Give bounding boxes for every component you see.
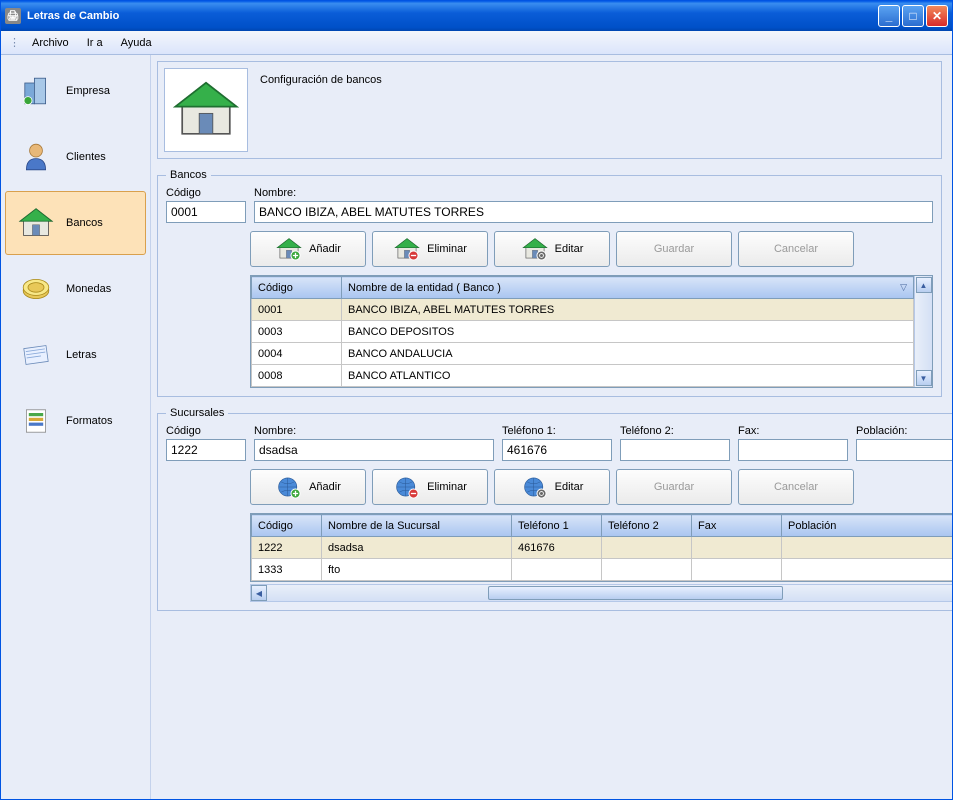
- suc-poblacion-label: Población:: [856, 425, 952, 437]
- sidebar-item-clientes[interactable]: Clientes: [5, 125, 146, 189]
- sidebar-item-label: Letras: [66, 349, 137, 361]
- sidebar-item-empresa[interactable]: Empresa: [5, 59, 146, 123]
- suc-nombre-input[interactable]: [254, 439, 494, 461]
- suc-tel2-label: Teléfono 2:: [620, 425, 730, 437]
- col-fax[interactable]: Fax: [692, 515, 782, 537]
- table-row[interactable]: 1222dsadsa461676: [252, 537, 953, 559]
- sidebar-item-label: Formatos: [66, 415, 137, 427]
- bancos-scrollbar[interactable]: ▲ ▼: [914, 276, 932, 387]
- menu-ayuda[interactable]: Ayuda: [113, 35, 160, 51]
- edit-icon: [521, 474, 549, 500]
- suc-nombre-label: Nombre:: [254, 425, 494, 437]
- banco-eliminar-button[interactable]: Eliminar: [372, 231, 488, 267]
- menubar: ⋮ Archivo Ir a Ayuda: [1, 31, 952, 55]
- menu-ira[interactable]: Ir a: [79, 35, 111, 51]
- suc-tel2-input[interactable]: [620, 439, 730, 461]
- suc-tel1-label: Teléfono 1:: [502, 425, 612, 437]
- bank-icon: [14, 201, 58, 245]
- sucursales-grid: Código Nombre de la Sucursal Teléfono 1 …: [250, 513, 952, 582]
- table-row[interactable]: 0003BANCO DEPOSITOS: [252, 321, 914, 343]
- sort-indicator-icon: ▽: [900, 282, 907, 293]
- add-icon: [275, 236, 303, 262]
- banco-codigo-input[interactable]: [166, 201, 246, 223]
- scroll-left-icon[interactable]: ◀: [251, 585, 267, 601]
- sidebar-item-label: Bancos: [66, 217, 137, 229]
- delete-icon: [393, 236, 421, 262]
- banco-anadir-button[interactable]: Añadir: [250, 231, 366, 267]
- edit-icon: [521, 236, 549, 262]
- maximize-button[interactable]: □: [902, 5, 924, 27]
- suc-poblacion-input[interactable]: [856, 439, 952, 461]
- sidebar-item-label: Monedas: [66, 283, 137, 295]
- suc-editar-button[interactable]: Editar: [494, 469, 610, 505]
- window-title: Letras de Cambio: [27, 10, 878, 22]
- col-nombre[interactable]: Nombre de la Sucursal: [322, 515, 512, 537]
- banco-guardar-button: Guardar: [616, 231, 732, 267]
- sucursales-hscrollbar[interactable]: ◀ ▶: [250, 584, 952, 602]
- suc-tel1-input[interactable]: [502, 439, 612, 461]
- titlebar: 🖨 Letras de Cambio _ □ ✕: [1, 1, 952, 31]
- header-bank-icon: [164, 68, 248, 152]
- app-icon: 🖨: [5, 8, 21, 24]
- suc-codigo-input[interactable]: [166, 439, 246, 461]
- coin-icon: [14, 267, 58, 311]
- sidebar: Empresa Clientes Bancos Monedas Letras F…: [1, 55, 151, 799]
- letter-icon: [14, 333, 58, 377]
- banco-editar-button[interactable]: Editar: [494, 231, 610, 267]
- suc-fax-input[interactable]: [738, 439, 848, 461]
- add-icon: [275, 474, 303, 500]
- delete-icon: [393, 474, 421, 500]
- minimize-button[interactable]: _: [878, 5, 900, 27]
- table-row[interactable]: 0008BANCO ATLANTICO: [252, 365, 914, 387]
- sidebar-item-bancos[interactable]: Bancos: [5, 191, 146, 255]
- col-codigo[interactable]: Código: [252, 515, 322, 537]
- sucursales-fieldset: Sucursales Código Nombre: Teléfono 1:: [157, 407, 952, 611]
- content-header: Configuración de bancos: [157, 61, 942, 159]
- sidebar-item-label: Clientes: [66, 151, 137, 163]
- suc-anadir-button[interactable]: Añadir: [250, 469, 366, 505]
- suc-codigo-label: Código: [166, 425, 246, 437]
- suc-eliminar-button[interactable]: Eliminar: [372, 469, 488, 505]
- menubar-grip: ⋮: [9, 36, 18, 49]
- banco-cancelar-button: Cancelar: [738, 231, 854, 267]
- user-icon: [14, 135, 58, 179]
- banco-nombre-label: Nombre:: [254, 187, 933, 199]
- suc-cancelar-button: Cancelar: [738, 469, 854, 505]
- bancos-legend: Bancos: [166, 169, 211, 181]
- col-nombre[interactable]: Nombre de la entidad ( Banco )▽: [342, 277, 914, 299]
- table-row[interactable]: 0004BANCO ANDALUCIA: [252, 343, 914, 365]
- banco-nombre-input[interactable]: [254, 201, 933, 223]
- buildings-icon: [14, 69, 58, 113]
- sidebar-item-monedas[interactable]: Monedas: [5, 257, 146, 321]
- col-tel1[interactable]: Teléfono 1: [512, 515, 602, 537]
- menu-archivo[interactable]: Archivo: [24, 35, 77, 51]
- bancos-grid: Código Nombre de la entidad ( Banco )▽ 0…: [250, 275, 933, 388]
- sidebar-item-letras[interactable]: Letras: [5, 323, 146, 387]
- banco-codigo-label: Código: [166, 187, 246, 199]
- table-row[interactable]: 1333fto: [252, 559, 953, 581]
- scroll-thumb[interactable]: [488, 586, 783, 600]
- suc-fax-label: Fax:: [738, 425, 848, 437]
- scroll-up-icon[interactable]: ▲: [916, 277, 932, 293]
- page-title: Configuración de bancos: [260, 68, 382, 86]
- col-codigo[interactable]: Código: [252, 277, 342, 299]
- col-tel2[interactable]: Teléfono 2: [602, 515, 692, 537]
- formats-icon: [14, 399, 58, 443]
- sidebar-item-label: Empresa: [66, 85, 137, 97]
- bancos-fieldset: Bancos Código Nombre: Añadir Eliminar Ed…: [157, 169, 942, 397]
- sidebar-item-formatos[interactable]: Formatos: [5, 389, 146, 453]
- sucursales-legend: Sucursales: [166, 407, 228, 419]
- scroll-down-icon[interactable]: ▼: [916, 370, 932, 386]
- close-button[interactable]: ✕: [926, 5, 948, 27]
- suc-guardar-button: Guardar: [616, 469, 732, 505]
- app-window: 🖨 Letras de Cambio _ □ ✕ ⋮ Archivo Ir a …: [0, 0, 953, 800]
- col-poblacion[interactable]: Población: [782, 515, 953, 537]
- table-row[interactable]: 0001BANCO IBIZA, ABEL MATUTES TORRES: [252, 299, 914, 321]
